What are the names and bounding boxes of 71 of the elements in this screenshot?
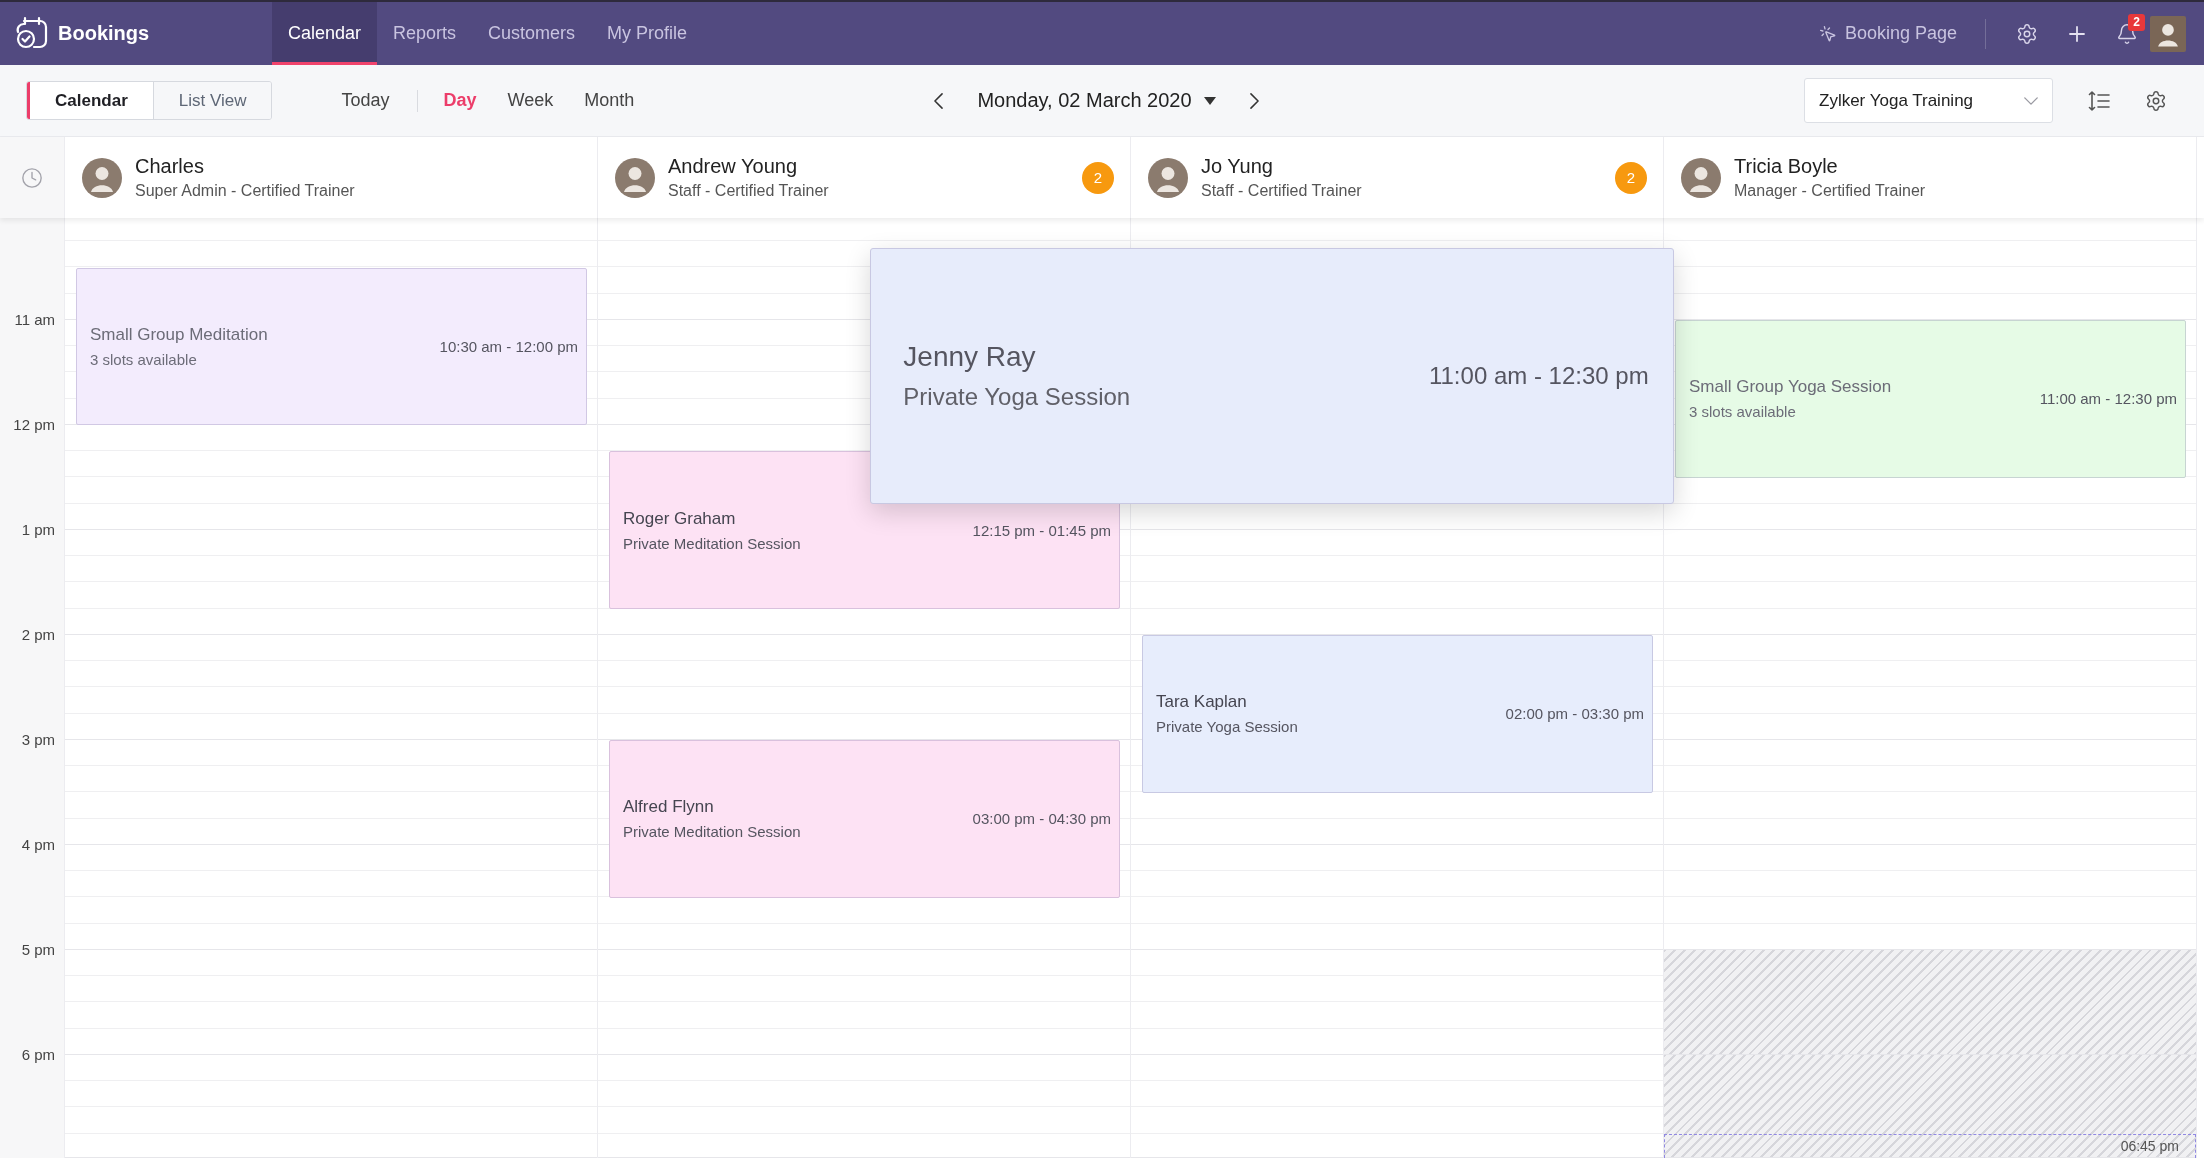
user-avatar-icon[interactable] (2150, 15, 2186, 52)
time-label: 3 pm (21, 731, 55, 748)
line-spacing-icon[interactable] (2088, 90, 2110, 111)
event-title: Alfred Flynn (623, 797, 715, 818)
staff-name: Tricia Boyle (1734, 155, 1839, 178)
event-time: 02:00 pm - 03:30 pm (1504, 705, 1644, 723)
chevron-down-icon (2024, 96, 2038, 105)
event-title: Tara Kaplan (1156, 692, 1248, 713)
event-title: Small Group Yoga Session (1689, 377, 1892, 398)
time-label: 6 pm (21, 1046, 55, 1063)
staff-role: Super Admin - Certified Trainer (135, 182, 355, 200)
chevron-right-icon[interactable] (1249, 92, 1259, 109)
event-card[interactable]: Alfred Flynn Private Meditation Session 03:00 pm - 04:30 pm (609, 740, 1120, 898)
time-label: 4 pm (21, 836, 55, 853)
user-avatar-icon (1148, 157, 1188, 198)
event-subtitle: Private Yoga Session (1156, 718, 1298, 736)
time-label: 5 pm (21, 941, 55, 958)
booking-page-link[interactable]: Booking Page (1818, 23, 1957, 44)
event-card[interactable]: Small Group Yoga Session 3 slots available 11:00 am - 12:30 pm (1675, 320, 2186, 478)
staff-name: Andrew Young (668, 155, 798, 178)
nav-tab[interactable]: Customers (472, 2, 592, 65)
user-avatar-icon (82, 157, 122, 198)
staff-role: Manager - Certified Trainer (1734, 182, 1926, 200)
range-tab[interactable]: Day (443, 90, 477, 111)
pointer-click-icon (1818, 24, 1837, 43)
event-card[interactable]: Small Group Meditation 3 slots available 10:30 am - 12:00 pm (76, 267, 587, 425)
range-tab[interactable]: Week (507, 90, 554, 111)
date-picker-button[interactable]: Monday, 02 March 2020 (977, 89, 1216, 112)
range-tab[interactable]: Month (584, 90, 635, 111)
staff-name: Jo Yung (1201, 155, 1274, 178)
staff-role: Staff - Certified Trainer (1201, 182, 1362, 200)
user-avatar-icon (1681, 157, 1721, 198)
event-subtitle: Private Yoga Session (903, 383, 1131, 411)
time-label: 11 am (14, 311, 55, 328)
event-title: Jenny Ray (903, 341, 1037, 373)
event-subtitle: Private Meditation Session (623, 823, 801, 841)
time-label: 12 pm (13, 416, 55, 433)
event-time: 10:30 am - 12:00 pm (438, 337, 578, 355)
nav-tab[interactable]: My Profile (591, 2, 704, 65)
view-tab[interactable]: List View (152, 82, 272, 119)
today-button[interactable]: Today (341, 90, 390, 111)
chevron-left-icon[interactable] (934, 92, 944, 109)
booking-count-badge: 2 (1082, 161, 1114, 194)
booking-count-badge: 2 (1615, 161, 1647, 194)
settings-icon[interactable] (2016, 22, 2038, 45)
event-title: Roger Graham (623, 508, 737, 529)
notification-badge: 2 (2128, 13, 2145, 31)
workspace-select[interactable]: Zylker Yoga Training (1804, 78, 2053, 123)
staff-name: Charles (135, 155, 205, 178)
event-subtitle: 3 slots available (90, 350, 198, 368)
caret-down-icon (1203, 96, 1216, 105)
event-title: Small Group Meditation (90, 324, 268, 345)
settings-icon[interactable] (2145, 89, 2167, 112)
time-label: 1 pm (21, 521, 55, 538)
event-time: 11:00 am - 12:30 pm (2038, 390, 2177, 408)
time-label: 2 pm (21, 626, 55, 643)
event-subtitle: Private Meditation Session (623, 534, 801, 552)
view-tab[interactable]: Calendar (27, 82, 153, 119)
event-time: 12:15 pm - 01:45 pm (971, 521, 1111, 539)
event-subtitle: 3 slots available (1689, 403, 1797, 421)
event-popover[interactable]: Jenny Ray Private Yoga Session 11:00 am - 12:30 pm (870, 248, 1674, 504)
app-name: Bookings (58, 22, 150, 45)
event-time: 11:00 am - 12:30 pm (1428, 362, 1649, 390)
nav-tab[interactable]: Calendar (272, 2, 378, 65)
staff-role: Staff - Certified Trainer (668, 182, 829, 200)
time-slot-marker: 06:45 pm (1664, 1133, 2196, 1158)
event-time: 03:00 pm - 04:30 pm (971, 810, 1111, 828)
nav-tab[interactable]: Reports (377, 2, 473, 65)
user-avatar-icon (615, 157, 655, 198)
event-card[interactable]: Tara Kaplan Private Yoga Session 02:00 pm - 03:30 pm (1142, 635, 1653, 793)
clock-icon (21, 166, 43, 189)
